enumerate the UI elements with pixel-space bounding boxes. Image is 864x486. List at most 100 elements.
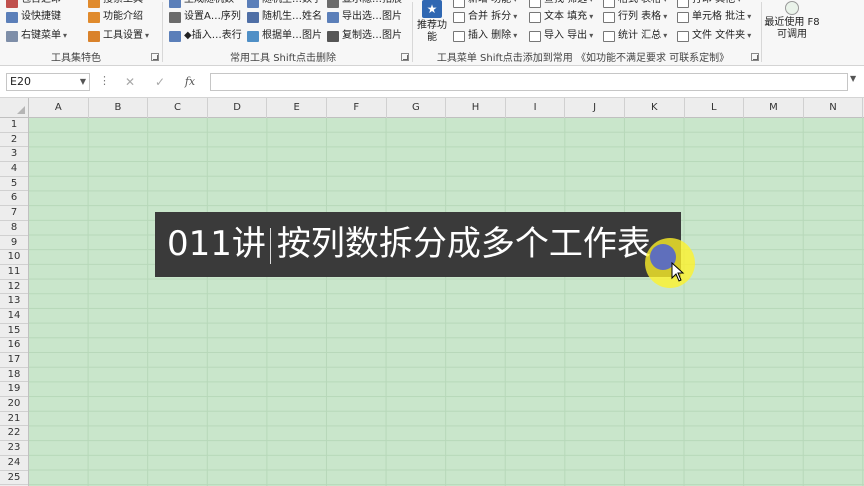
column-header[interactable]: G xyxy=(387,98,447,118)
recent-label: 最近使用 F8 可调用 xyxy=(764,17,820,40)
tag-icon xyxy=(6,0,18,8)
box-icon xyxy=(453,30,465,42)
column-header[interactable]: A xyxy=(29,98,89,118)
column-header[interactable]: C xyxy=(148,98,208,118)
ribbon-menu-cell-comment[interactable]: 单元格 批注 xyxy=(677,9,751,25)
row-header[interactable]: 16 xyxy=(0,338,28,353)
row-header[interactable]: 25 xyxy=(0,471,28,486)
column-header[interactable]: E xyxy=(267,98,327,118)
row-header[interactable]: 19 xyxy=(0,382,28,398)
ribbon-menu-merge-split[interactable]: 合并 拆分 xyxy=(453,9,517,25)
column-headers: ABCDEFGHIJKLMN xyxy=(29,98,864,118)
row-header[interactable]: 20 xyxy=(0,397,28,412)
box-icon xyxy=(603,30,615,42)
ribbon-button-random-digits[interactable]: 随机生…数字 xyxy=(247,0,322,8)
ribbon-menu-new-functions[interactable]: 新增 功能 xyxy=(453,0,517,8)
ribbon-button-shortcut[interactable]: 设快捷键 xyxy=(6,9,61,25)
box-icon xyxy=(677,0,689,8)
row-header[interactable]: 8 xyxy=(0,221,28,236)
ribbon-menu-text-fill[interactable]: 文本 填充 xyxy=(529,9,593,25)
menu-icon xyxy=(6,30,18,42)
row-header[interactable]: 18 xyxy=(0,368,28,383)
row-header[interactable]: 15 xyxy=(0,324,28,339)
recommend-label: 推荐功能 xyxy=(417,20,447,43)
confirm-icon[interactable]: ✓ xyxy=(149,73,171,91)
column-header[interactable]: D xyxy=(208,98,268,118)
ribbon-menu-file-folder[interactable]: 文件 文件夹 xyxy=(677,28,751,44)
ribbon-group-label: 常用工具 Shift点击删除 xyxy=(230,53,336,64)
ribbon-menu-insert-delete[interactable]: 插入 删除 xyxy=(453,28,517,44)
cell-grid[interactable] xyxy=(29,118,864,486)
dialog-launcher-icon[interactable] xyxy=(401,53,409,61)
row-header[interactable]: 17 xyxy=(0,353,28,368)
ribbon-button-copy-image[interactable]: 复制选…图片 xyxy=(327,28,402,44)
row-header[interactable]: 3 xyxy=(0,147,28,163)
column-header[interactable]: I xyxy=(506,98,566,118)
row-header[interactable]: 4 xyxy=(0,162,28,177)
row-header[interactable]: 13 xyxy=(0,294,28,309)
ribbon-button-random-name[interactable]: 随机生…姓名 xyxy=(247,9,322,25)
column-header[interactable]: F xyxy=(327,98,387,118)
column-header[interactable]: N xyxy=(804,98,864,118)
ribbon-group-label: 工具菜单 Shift点击添加到常用 《如功能不满足要求 可联系定制》 xyxy=(436,53,730,64)
column-header[interactable]: H xyxy=(446,98,506,118)
ribbon-menu-format-table[interactable]: 格式 表格 xyxy=(603,0,667,8)
more-icon[interactable]: ⋮ xyxy=(99,74,110,87)
row-header[interactable]: 7 xyxy=(0,206,28,221)
ribbon-button-show-hidden[interactable]: 显示隐…拓展 xyxy=(327,0,402,8)
formula-bar: E20 ▼ ⋮ ✕ ✓ fx ▼ xyxy=(0,66,864,98)
row-header[interactable]: 11 xyxy=(0,265,28,280)
ribbon-button-include[interactable]: 包含之印 xyxy=(6,0,61,8)
ribbon-button-set-sequence[interactable]: 设置A…序列 xyxy=(169,9,241,25)
formula-input[interactable] xyxy=(210,73,848,91)
row-header[interactable]: 14 xyxy=(0,309,28,324)
row-header[interactable]: 12 xyxy=(0,280,28,295)
chevron-down-icon[interactable]: ▼ xyxy=(850,74,856,83)
search-icon xyxy=(88,0,100,8)
recommend-button[interactable]: ★ 推荐功能 xyxy=(417,0,447,44)
cancel-icon[interactable]: ✕ xyxy=(119,73,141,91)
ribbon-button-cell-image[interactable]: 根据单…图片 xyxy=(247,28,322,44)
row-header[interactable]: 21 xyxy=(0,412,28,427)
column-header[interactable]: B xyxy=(89,98,149,118)
row-header[interactable]: 23 xyxy=(0,441,28,456)
row-header[interactable]: 5 xyxy=(0,177,28,192)
row-header[interactable]: 6 xyxy=(0,191,28,207)
row-header[interactable]: 24 xyxy=(0,456,28,471)
ribbon-menu-find-filter[interactable]: 查找 筛选 xyxy=(529,0,593,8)
box-icon xyxy=(603,0,615,8)
insert-function-icon[interactable]: fx xyxy=(179,73,201,91)
ribbon-button-export-image[interactable]: 导出选…图片 xyxy=(327,9,402,25)
chevron-down-icon[interactable]: ▼ xyxy=(80,74,86,90)
insert-icon xyxy=(169,30,181,42)
dice-icon xyxy=(169,0,181,8)
box-icon xyxy=(453,11,465,23)
ribbon-group-tool-menu: ★ 推荐功能 新增 功能 合并 拆分 插入 删除 查找 筛选 文本 填充 导入 … xyxy=(413,0,761,65)
name-box[interactable]: E20 ▼ xyxy=(6,73,90,91)
ribbon-menu-rows-columns[interactable]: 行列 表格 xyxy=(603,9,667,25)
ribbon-menu-stats-summary[interactable]: 统计 汇总 xyxy=(603,28,667,44)
row-header[interactable]: 22 xyxy=(0,426,28,442)
ribbon-group-recent: 最近使用 F8 可调用 xyxy=(762,0,864,65)
recent-button[interactable]: 最近使用 F8 可调用 xyxy=(762,0,822,41)
column-header[interactable]: M xyxy=(744,98,804,118)
row-header[interactable]: 10 xyxy=(0,250,28,265)
column-header[interactable]: J xyxy=(565,98,625,118)
column-header[interactable]: L xyxy=(685,98,745,118)
dialog-launcher-icon[interactable] xyxy=(151,53,159,61)
ribbon-button-intro[interactable]: 功能介绍 xyxy=(88,9,143,25)
ribbon-button-insert-rows[interactable]: ◆插入…表行 xyxy=(169,28,242,44)
ribbon-menu-import-export[interactable]: 导入 导出 xyxy=(529,28,593,44)
select-all-button[interactable] xyxy=(0,98,29,118)
ribbon-menu-print-other[interactable]: 打印 其他 xyxy=(677,0,741,8)
row-header[interactable]: 1 xyxy=(0,118,28,133)
name-box-value: E20 xyxy=(10,75,31,88)
ribbon-button-random-number[interactable]: 生成随机数 xyxy=(169,0,234,8)
ribbon-button-right-menu[interactable]: 右键菜单 xyxy=(6,28,67,44)
row-header[interactable]: 2 xyxy=(0,133,28,148)
dialog-launcher-icon[interactable] xyxy=(751,53,759,61)
column-header[interactable]: K xyxy=(625,98,685,118)
ribbon-button-tool-settings[interactable]: 工具设置 xyxy=(88,28,149,44)
row-header[interactable]: 9 xyxy=(0,236,28,251)
ribbon-button-search-tools[interactable]: 搜索工具 xyxy=(88,0,143,8)
